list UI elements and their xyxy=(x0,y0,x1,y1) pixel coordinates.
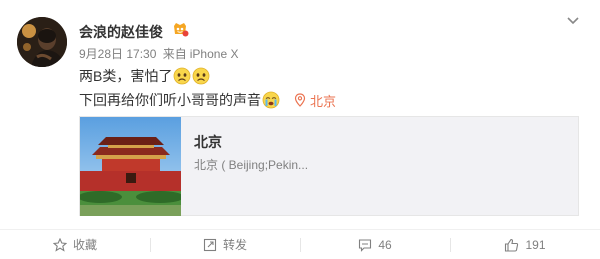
action-bar: 收藏 转发 46 191 xyxy=(0,230,600,259)
comment-count: 46 xyxy=(378,237,392,252)
sad-face-icon xyxy=(192,67,210,85)
like-button[interactable]: 191 xyxy=(450,230,600,259)
post-meta: 9月28日 17:30 来自 iPhone X xyxy=(79,45,241,62)
favorite-label: 收藏 xyxy=(72,238,97,252)
comment-button[interactable]: 46 xyxy=(300,230,450,259)
source-prefix: 来自 xyxy=(162,47,187,61)
vip-badge-icon[interactable] xyxy=(171,20,189,38)
post-text-line-2: 下回再给你们听小哥哥的声音 北京 xyxy=(79,90,336,110)
post-source[interactable]: iPhone X xyxy=(190,47,239,61)
sad-face-icon xyxy=(173,67,191,85)
card-title[interactable]: 北京 xyxy=(194,132,222,152)
repost-icon xyxy=(203,238,217,251)
card-description: 北京 ( Beijing;Pekin... xyxy=(194,158,309,172)
post-text: 两B类，害怕了 xyxy=(79,68,173,84)
chevron-down-icon[interactable] xyxy=(566,16,580,26)
like-count: 191 xyxy=(525,237,546,252)
crying-face-icon xyxy=(262,91,280,109)
location-pin-icon xyxy=(294,93,306,107)
post-text: 下回再给你们听小哥哥的声音 xyxy=(79,92,261,108)
comment-icon xyxy=(359,238,372,252)
post-date[interactable]: 9月28日 17:30 xyxy=(79,47,156,61)
thumbs-up-icon xyxy=(505,238,519,252)
username[interactable]: 会浪的赵佳俊 xyxy=(79,22,163,42)
location-card[interactable]: 北京 北京 ( Beijing;Pekin... xyxy=(79,116,579,216)
favorite-button[interactable]: 收藏 xyxy=(0,230,150,259)
location-thumbnail xyxy=(80,117,181,216)
repost-label: 转发 xyxy=(222,238,247,252)
post-text-line-1: 两B类，害怕了 xyxy=(79,66,210,86)
location-link[interactable]: 北京 xyxy=(310,91,336,110)
avatar[interactable] xyxy=(17,17,67,67)
star-icon xyxy=(52,237,67,252)
repost-button[interactable]: 转发 xyxy=(150,230,300,259)
